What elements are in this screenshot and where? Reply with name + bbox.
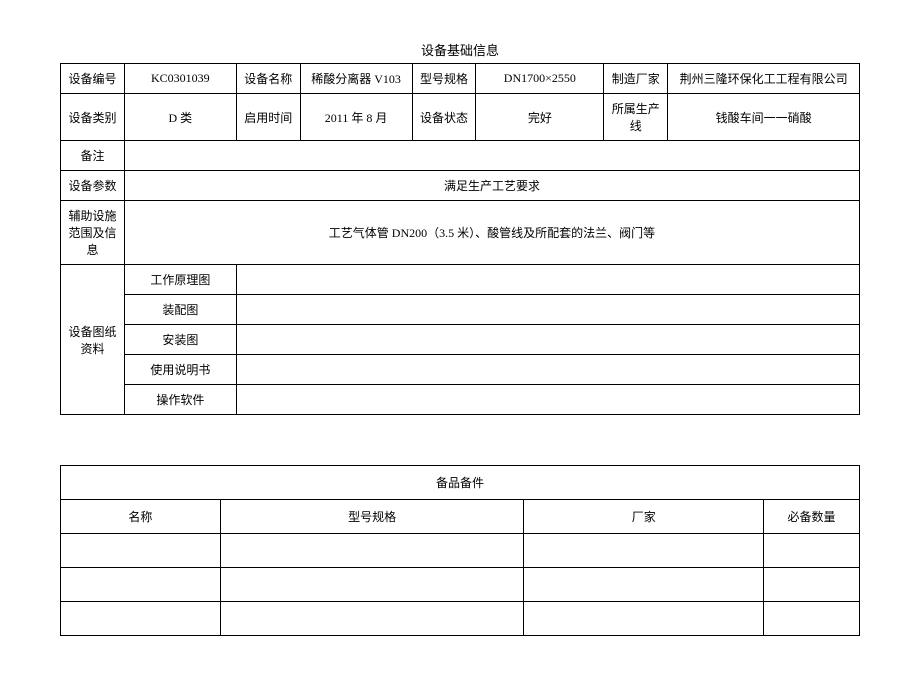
drawing-item: 操作软件 bbox=[124, 385, 236, 415]
drawing-value bbox=[236, 355, 859, 385]
label-line: 所属生产线 bbox=[604, 94, 668, 141]
cell-qty bbox=[764, 602, 860, 636]
value-maker: 荆州三隆环保化工工程有限公司 bbox=[668, 64, 860, 94]
table-row bbox=[61, 568, 860, 602]
header-model: 型号规格 bbox=[220, 500, 524, 534]
label-maker: 制造厂家 bbox=[604, 64, 668, 94]
drawing-item: 装配图 bbox=[124, 295, 236, 325]
cell-maker bbox=[524, 534, 764, 568]
cell-qty bbox=[764, 568, 860, 602]
value-starttime: 2011 年 8 月 bbox=[300, 94, 412, 141]
table-row bbox=[61, 602, 860, 636]
cell-name bbox=[61, 568, 221, 602]
cell-name bbox=[61, 534, 221, 568]
value-param: 满足生产工艺要求 bbox=[124, 171, 859, 201]
drawing-value bbox=[236, 385, 859, 415]
value-status: 完好 bbox=[476, 94, 604, 141]
label-category: 设备类别 bbox=[61, 94, 125, 141]
drawing-item: 安装图 bbox=[124, 325, 236, 355]
value-category: D 类 bbox=[124, 94, 236, 141]
value-line: 钱酸车间一一硝酸 bbox=[668, 94, 860, 141]
header-name: 名称 bbox=[61, 500, 221, 534]
table-row: 备品备件 bbox=[61, 466, 860, 500]
value-model: DN1700×2550 bbox=[476, 64, 604, 94]
table-row: 安装图 bbox=[61, 325, 860, 355]
cell-qty bbox=[764, 534, 860, 568]
label-status: 设备状态 bbox=[412, 94, 476, 141]
table-row: 设备图纸资料 工作原理图 bbox=[61, 265, 860, 295]
table-row bbox=[61, 534, 860, 568]
header-maker: 厂家 bbox=[524, 500, 764, 534]
table-row: 设备参数 满足生产工艺要求 bbox=[61, 171, 860, 201]
label-drawings-group: 设备图纸资料 bbox=[61, 265, 125, 415]
label-param: 设备参数 bbox=[61, 171, 125, 201]
label-equipment-id: 设备编号 bbox=[61, 64, 125, 94]
table2-title: 备品备件 bbox=[61, 466, 860, 500]
spare-parts-table: 备品备件 名称 型号规格 厂家 必备数量 bbox=[60, 465, 860, 636]
drawing-value bbox=[236, 265, 859, 295]
table-row: 设备编号 KC0301039 设备名称 稀酸分离器 V103 型号规格 DN17… bbox=[61, 64, 860, 94]
label-remark: 备注 bbox=[61, 141, 125, 171]
label-aux: 辅助设施范围及信息 bbox=[61, 201, 125, 265]
equipment-basic-info-table: 设备编号 KC0301039 设备名称 稀酸分离器 V103 型号规格 DN17… bbox=[60, 63, 860, 415]
header-qty: 必备数量 bbox=[764, 500, 860, 534]
table-row: 操作软件 bbox=[61, 385, 860, 415]
value-aux: 工艺气体管 DN200（3.5 米）、酸管线及所配套的法兰、阀门等 bbox=[124, 201, 859, 265]
drawing-value bbox=[236, 295, 859, 325]
table-row: 装配图 bbox=[61, 295, 860, 325]
value-remark bbox=[124, 141, 859, 171]
cell-model bbox=[220, 534, 524, 568]
cell-maker bbox=[524, 602, 764, 636]
cell-model bbox=[220, 602, 524, 636]
table-row: 使用说明书 bbox=[61, 355, 860, 385]
drawing-item: 工作原理图 bbox=[124, 265, 236, 295]
table-row: 设备类别 D 类 启用时间 2011 年 8 月 设备状态 完好 所属生产线 钱… bbox=[61, 94, 860, 141]
cell-name bbox=[61, 602, 221, 636]
value-equipment-id: KC0301039 bbox=[124, 64, 236, 94]
table-row: 备注 bbox=[61, 141, 860, 171]
drawing-item: 使用说明书 bbox=[124, 355, 236, 385]
table-row: 名称 型号规格 厂家 必备数量 bbox=[61, 500, 860, 534]
table1-title: 设备基础信息 bbox=[60, 40, 860, 59]
drawing-value bbox=[236, 325, 859, 355]
cell-model bbox=[220, 568, 524, 602]
label-equipment-name: 设备名称 bbox=[236, 64, 300, 94]
label-starttime: 启用时间 bbox=[236, 94, 300, 141]
cell-maker bbox=[524, 568, 764, 602]
value-equipment-name: 稀酸分离器 V103 bbox=[300, 64, 412, 94]
label-model: 型号规格 bbox=[412, 64, 476, 94]
table-row: 辅助设施范围及信息 工艺气体管 DN200（3.5 米）、酸管线及所配套的法兰、… bbox=[61, 201, 860, 265]
